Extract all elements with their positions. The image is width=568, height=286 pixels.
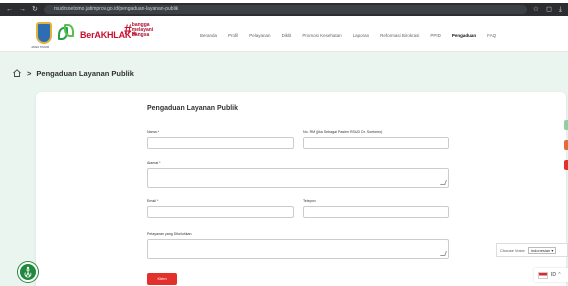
nav-beranda[interactable]: Beranda (200, 33, 217, 38)
side-tab-1[interactable] (564, 120, 568, 130)
forward-icon[interactable]: → (19, 6, 26, 13)
indonesia-flag-icon (538, 271, 548, 279)
no-rm-label: No. RM (jika Sebagai Pasien RSUD Dr. Soe… (303, 130, 383, 134)
accessibility-button[interactable] (18, 262, 38, 282)
site-header: JAWA TIMUR BerAKHLAK✶ # bangga melayani … (0, 16, 568, 52)
pelayanan-textarea[interactable] (147, 239, 449, 259)
form-title: Pengaduan Layanan Publik (147, 105, 239, 112)
breadcrumb-separator: > (27, 68, 32, 78)
hospital-logo[interactable] (58, 24, 74, 42)
download-icon[interactable]: ⤓ (559, 6, 562, 13)
nama-input[interactable] (147, 137, 294, 149)
side-tab-3[interactable] (564, 160, 568, 170)
breadcrumb-current: Pengaduan Layanan Publik (36, 68, 134, 78)
no-rm-input[interactable] (303, 137, 449, 149)
nav-pelayanan[interactable]: Pelayanan (249, 33, 270, 38)
reload-icon[interactable]: ↻ (32, 6, 38, 13)
telepon-label: Telepon (303, 199, 316, 203)
alamat-textarea[interactable] (147, 168, 449, 188)
language-code: ID ⌃ (551, 272, 562, 278)
address-bar[interactable]: rsudrsoetomo.jatimprov.go.id/pengaduan-l… (43, 5, 527, 14)
submit-button[interactable]: Kirim (147, 273, 177, 285)
crest-caption: JAWA TIMUR (31, 45, 50, 49)
telepon-input[interactable] (303, 206, 449, 218)
main-nav: Beranda Profil Pelayanan Diklit Promosi … (200, 33, 507, 38)
nav-profil[interactable]: Profil (228, 33, 238, 38)
email-label: Email * (147, 199, 159, 203)
voice-selector[interactable]: Choose Voice Indonesian ▾ (496, 243, 568, 257)
bangga-melayani-logo: # bangga melayani bangsa (124, 21, 154, 38)
accessibility-icon (24, 266, 32, 278)
back-icon[interactable]: ← (6, 6, 13, 13)
home-icon[interactable] (12, 68, 22, 78)
side-tab-2[interactable] (564, 140, 568, 150)
bookmark-star-icon[interactable]: ☆ (533, 6, 539, 13)
nav-faq[interactable]: FAQ (487, 33, 496, 38)
nav-laporan[interactable]: Laporan (353, 33, 370, 38)
nav-diklit[interactable]: Diklit (282, 33, 292, 38)
nav-reformasi-birokrasi[interactable]: Reformasi Birokrasi (380, 33, 419, 38)
nama-label: Nama * (147, 130, 159, 134)
pelayanan-label: Pelayanan yang Dikeluhkan (147, 232, 192, 236)
language-switcher[interactable]: ID ⌃ (534, 268, 568, 282)
jatim-crest-logo[interactable] (36, 22, 52, 44)
browser-toolbar: ← → ↻ rsudrsoetomo.jatimprov.go.id/penga… (0, 3, 568, 16)
breadcrumb: > Pengaduan Layanan Publik (12, 68, 134, 78)
alamat-label: Alamat * (147, 161, 161, 165)
extension-icon[interactable]: ◻ (546, 6, 552, 13)
nav-pengaduan[interactable]: Pengaduan (452, 33, 476, 38)
voice-select[interactable]: Indonesian ▾ (527, 246, 557, 254)
voice-label: Choose Voice (500, 247, 525, 253)
email-input[interactable] (147, 206, 294, 218)
nav-promosi-kesehatan[interactable]: Promosi Kesehatan (302, 33, 341, 38)
nav-ppid[interactable]: PPID (430, 33, 441, 38)
